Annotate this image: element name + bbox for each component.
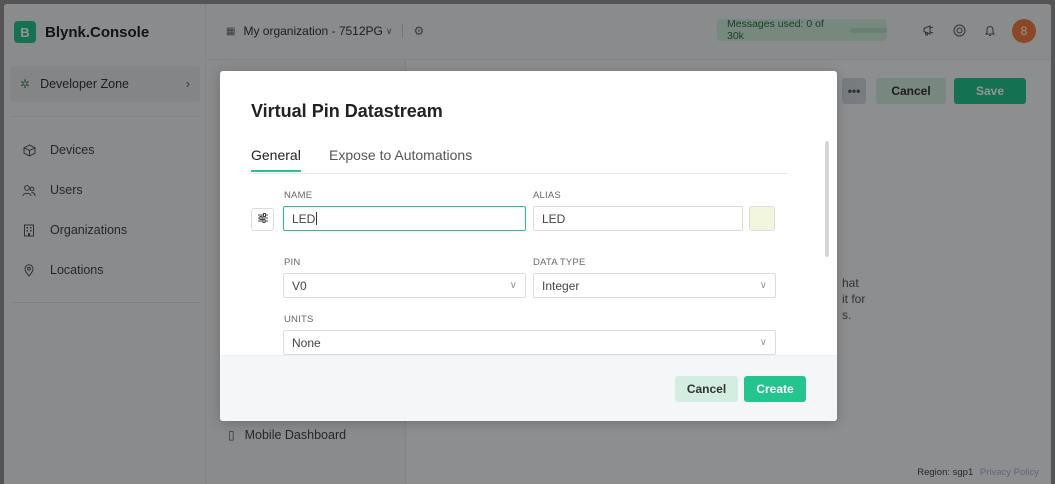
- units-label: UNITS: [284, 314, 314, 325]
- dialog-create-button[interactable]: Create: [744, 376, 806, 402]
- pin-select[interactable]: V0 ∨: [283, 273, 526, 298]
- virtual-pin-datastream-dialog: Virtual Pin Datastream General Expose to…: [220, 71, 837, 421]
- units-select[interactable]: None ∨: [283, 330, 776, 355]
- name-input[interactable]: LED: [283, 206, 526, 231]
- name-label: NAME: [284, 190, 313, 201]
- alias-input[interactable]: LED: [533, 206, 743, 231]
- name-input-value: LED: [292, 211, 316, 226]
- text-cursor: [316, 212, 318, 225]
- dialog-cancel-button[interactable]: Cancel: [675, 376, 738, 402]
- alias-input-value: LED: [542, 211, 566, 226]
- dialog-footer: Cancel Create: [220, 355, 837, 421]
- chevron-down-icon: ∨: [759, 280, 767, 291]
- pin-label: PIN: [284, 257, 301, 268]
- tab-general[interactable]: General: [251, 147, 301, 172]
- color-swatch-button[interactable]: [749, 206, 775, 231]
- dialog-title: Virtual Pin Datastream: [251, 101, 443, 121]
- dialog-tabs: General Expose to Automations: [251, 147, 788, 174]
- dialog-scrollbar[interactable]: [825, 141, 829, 257]
- alias-label: ALIAS: [533, 190, 561, 201]
- data-type-select[interactable]: Integer ∨: [533, 273, 776, 298]
- units-select-value: None: [292, 335, 321, 350]
- chevron-down-icon: ∨: [509, 280, 517, 291]
- chevron-down-icon: ∨: [759, 337, 767, 348]
- tab-expose-to-automations[interactable]: Expose to Automations: [329, 147, 472, 163]
- data-type-select-value: Integer: [542, 278, 580, 293]
- pin-select-value: V0: [292, 278, 307, 293]
- icon-picker-button[interactable]: [251, 208, 274, 231]
- data-type-label: DATA TYPE: [533, 257, 586, 268]
- sliders-icon: [257, 212, 269, 227]
